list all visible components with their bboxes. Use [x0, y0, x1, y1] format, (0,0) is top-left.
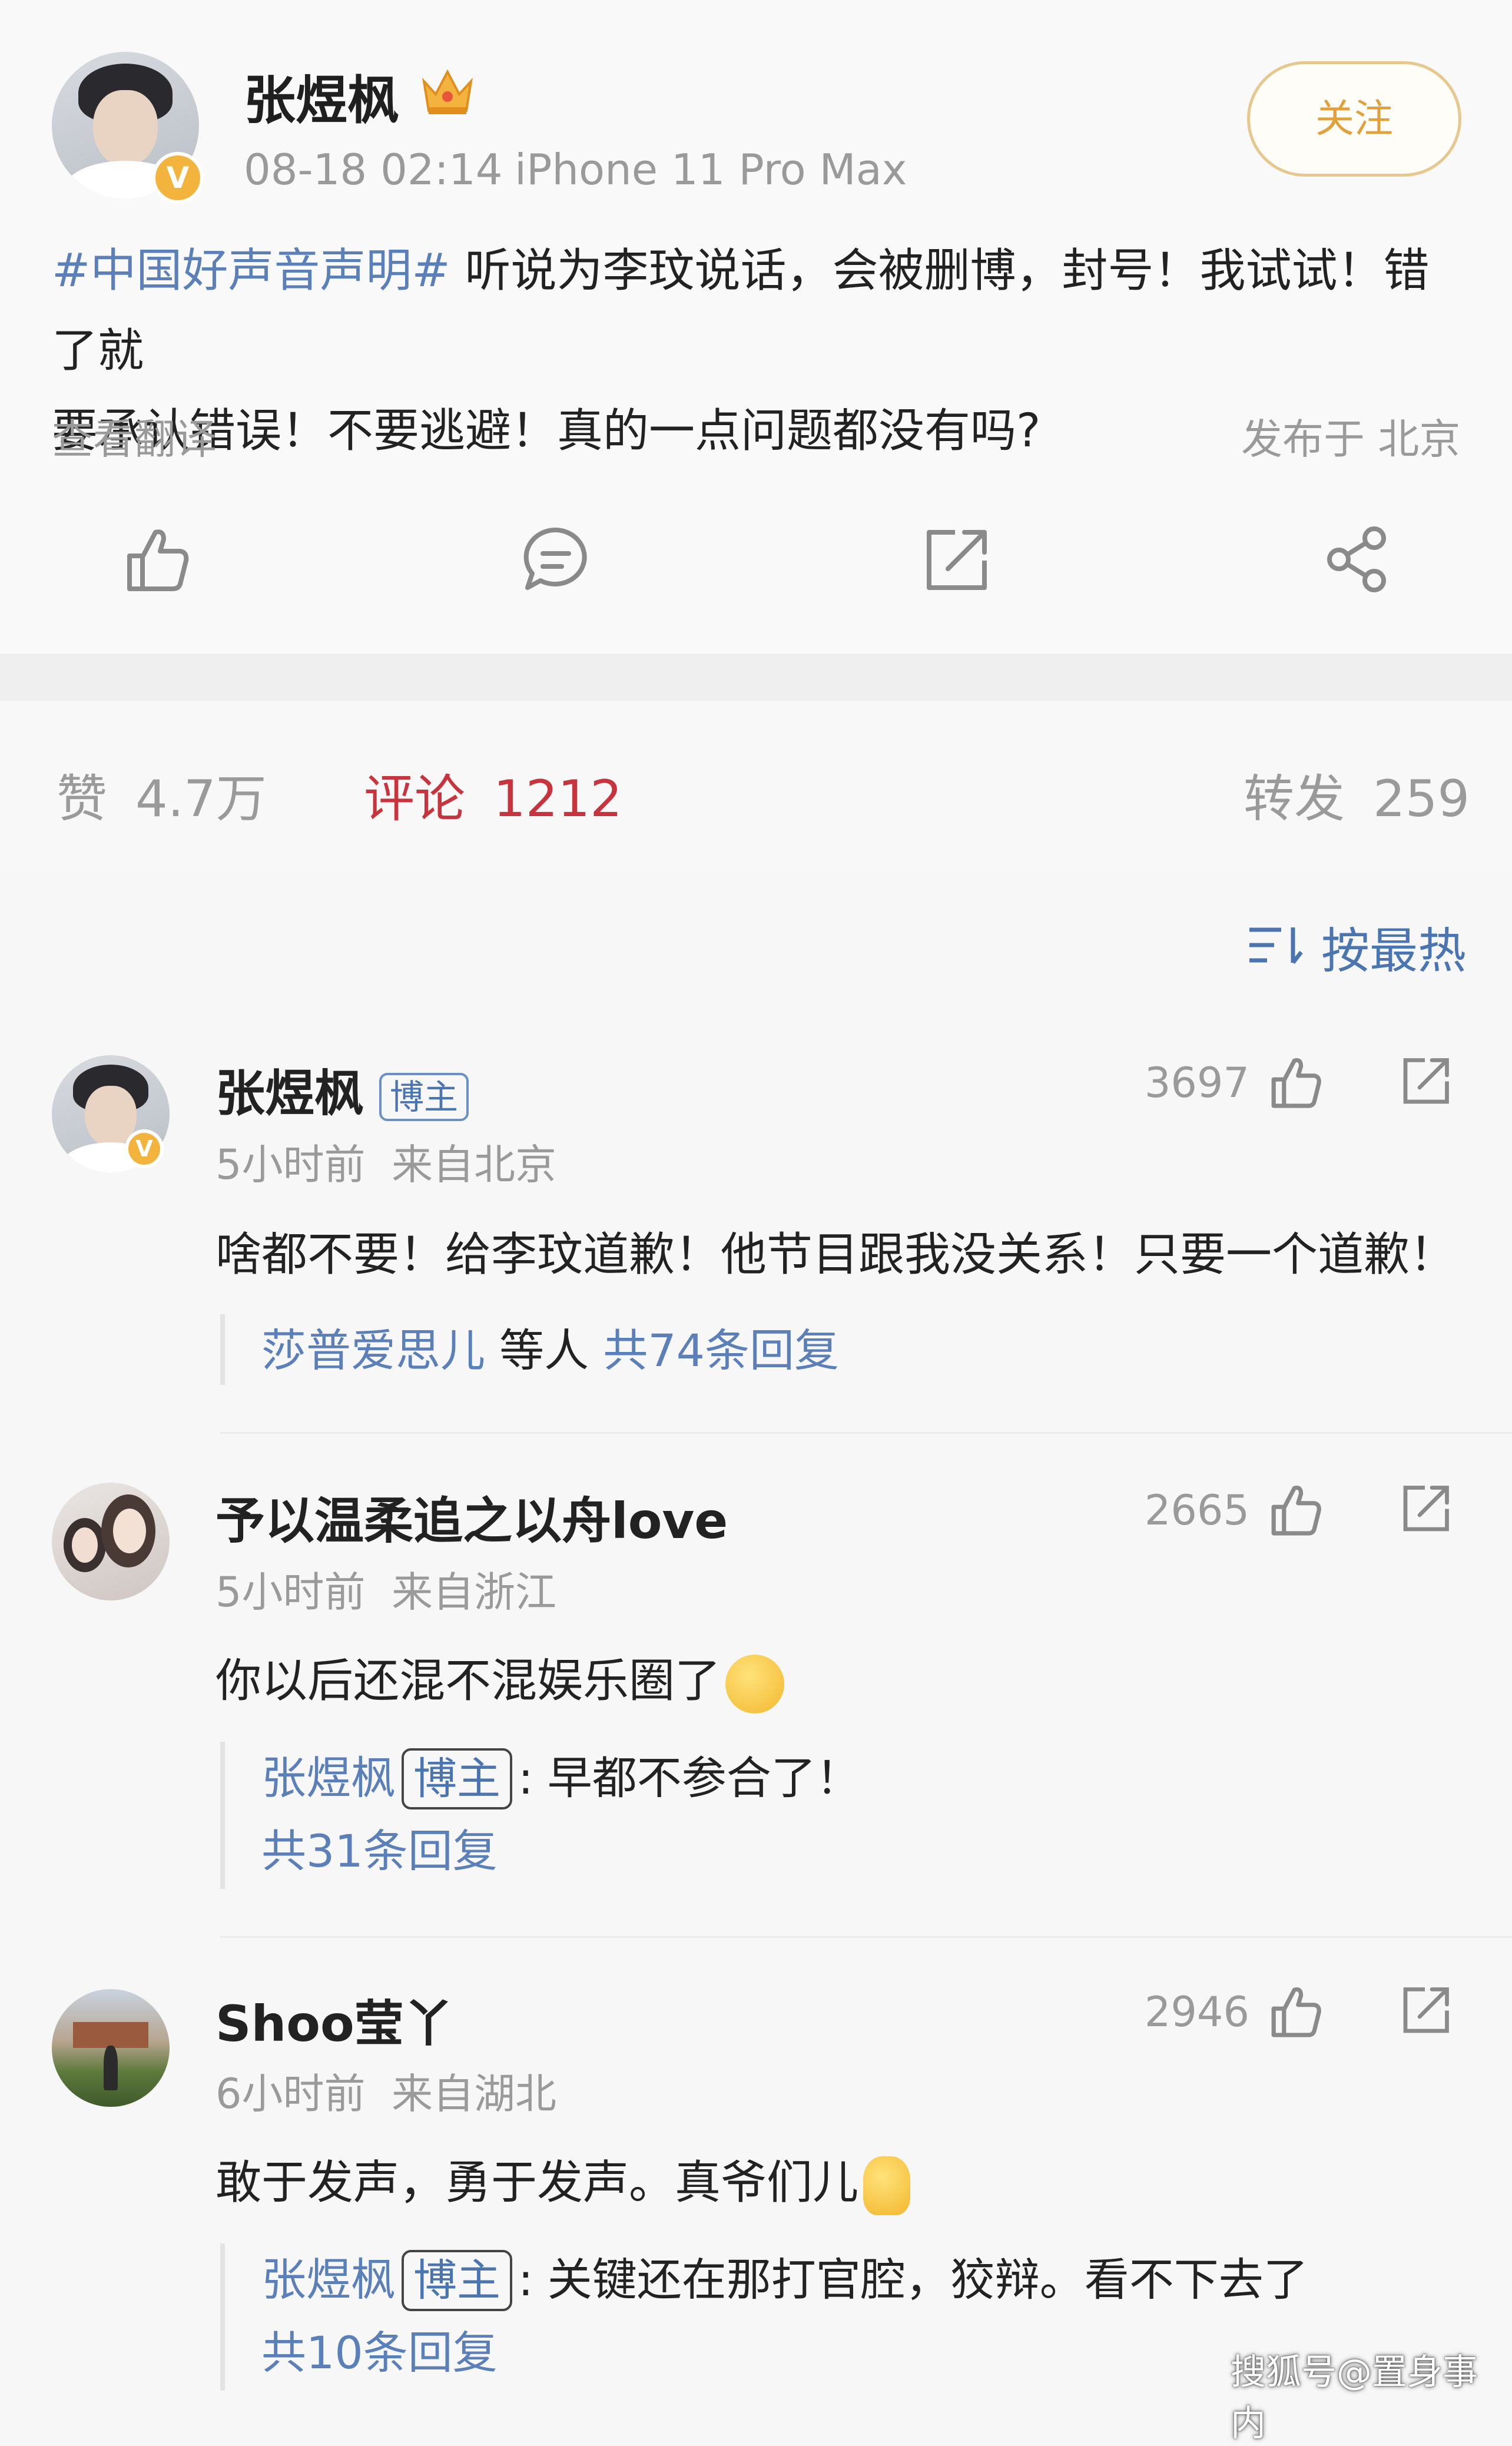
host-tag: 博主 — [379, 1073, 469, 1122]
section-divider — [0, 654, 1512, 701]
comment-text: 啥都不要！给李玟道歉！他节目跟我没关系！只要一个道歉！ — [215, 1228, 1456, 1281]
comment-author[interactable]: Shoo莹丫 — [215, 1984, 453, 2056]
follow-button[interactable]: 关注 — [1247, 61, 1461, 177]
comment-icon[interactable] — [520, 524, 591, 595]
post-device: iPhone 11 Pro Max — [515, 145, 907, 194]
host-tag: 博主 — [402, 1748, 512, 1809]
author-name[interactable]: 张煜枫 — [244, 59, 399, 134]
comment-like-icon[interactable] — [1267, 1481, 1324, 1538]
stats-bar: 赞 4.7万 评论 1212 转发 259 — [0, 701, 1512, 871]
comment-like-icon[interactable] — [1267, 1054, 1324, 1111]
comment-repost-icon[interactable] — [1400, 1054, 1453, 1107]
hashtag-link[interactable]: #中国好声音声明# — [52, 244, 450, 297]
post-card: V 张煜枫 08-18 02:14 iPhone 11 Pro Max 关注 #… — [0, 0, 1512, 654]
comment-avatar[interactable] — [52, 1989, 170, 2107]
comment-text: 你以后还混不混娱乐圈了 — [215, 1644, 785, 1713]
comment-like-count: 3697 — [1144, 1059, 1249, 1107]
host-tag: 博主 — [402, 2250, 512, 2311]
reply-text: : 早都不参合了！ — [518, 1752, 861, 1804]
verified-badge-icon: V — [152, 152, 204, 204]
repost-tab[interactable]: 转发 259 — [1244, 757, 1470, 831]
sort-icon — [1249, 927, 1303, 965]
like-icon[interactable] — [121, 524, 192, 595]
speechless-emoji-icon — [725, 1654, 785, 1713]
comment-meta: 5小时前 来自浙江 — [215, 1568, 557, 1616]
reply-text: : 关键还在那打官腔，狡辩。看不下去了 — [518, 2253, 1308, 2306]
watermark: 搜狐号@置身事内 — [1231, 2352, 1478, 2444]
comment-divider — [220, 1936, 1512, 1938]
comment-meta: 5小时前 来自北京 — [215, 1141, 557, 1189]
comment-tab[interactable]: 评论 1212 — [364, 757, 622, 831]
reply-count-link[interactable]: 共10条回复 — [261, 2316, 1308, 2389]
reply-user[interactable]: 张煜枫 — [261, 1752, 396, 1804]
comment-avatar[interactable] — [52, 1483, 170, 1600]
verified-badge-icon: V — [125, 1129, 164, 1168]
comment-repost-icon[interactable] — [1400, 1481, 1453, 1534]
crown-icon — [422, 69, 473, 114]
comment-divider — [220, 1432, 1512, 1434]
translate-link[interactable]: 查看翻译 — [52, 406, 217, 466]
reply-preview[interactable]: 莎普爱思儿 等人 共74条回复 — [220, 1314, 839, 1385]
comment-meta: 6小时前 来自湖北 — [215, 2070, 557, 2118]
comment-like-count: 2665 — [1144, 1486, 1249, 1534]
post-time: 08-18 02:14 — [244, 145, 503, 194]
repost-icon[interactable] — [922, 524, 993, 595]
comment-author[interactable]: 予以温柔追之以舟love — [215, 1481, 728, 1553]
reply-user[interactable]: 张煜枫 — [261, 2253, 396, 2306]
sort-hot-button[interactable]: 按最热 — [1247, 912, 1466, 982]
reply-preview[interactable]: 张煜枫 博主: 关键还在那打官腔，狡辩。看不下去了 共10条回复 — [220, 2243, 1308, 2391]
comment-like-count: 2946 — [1144, 1988, 1249, 2036]
reply-count-link[interactable]: 共74条回复 — [603, 1324, 839, 1377]
post-location: 发布于 北京 — [1241, 415, 1461, 463]
comment-author[interactable]: 张煜枫 博主 — [215, 1054, 469, 1125]
reply-preview[interactable]: 张煜枫 博主: 早都不参合了！ 共31条回复 — [220, 1742, 861, 1889]
reply-user[interactable]: 莎普爱思儿 — [261, 1324, 485, 1377]
like-tab[interactable]: 赞 4.7万 — [57, 757, 267, 831]
share-icon[interactable] — [1322, 524, 1393, 595]
reply-count-link[interactable]: 共31条回复 — [261, 1815, 861, 1888]
thumbs-up-emoji-icon — [863, 2156, 911, 2215]
comment-text: 敢于发声，勇于发声。真爷们儿 — [215, 2146, 911, 2215]
comment-like-icon[interactable] — [1267, 1983, 1324, 2040]
comment-repost-icon[interactable] — [1400, 1983, 1453, 2036]
